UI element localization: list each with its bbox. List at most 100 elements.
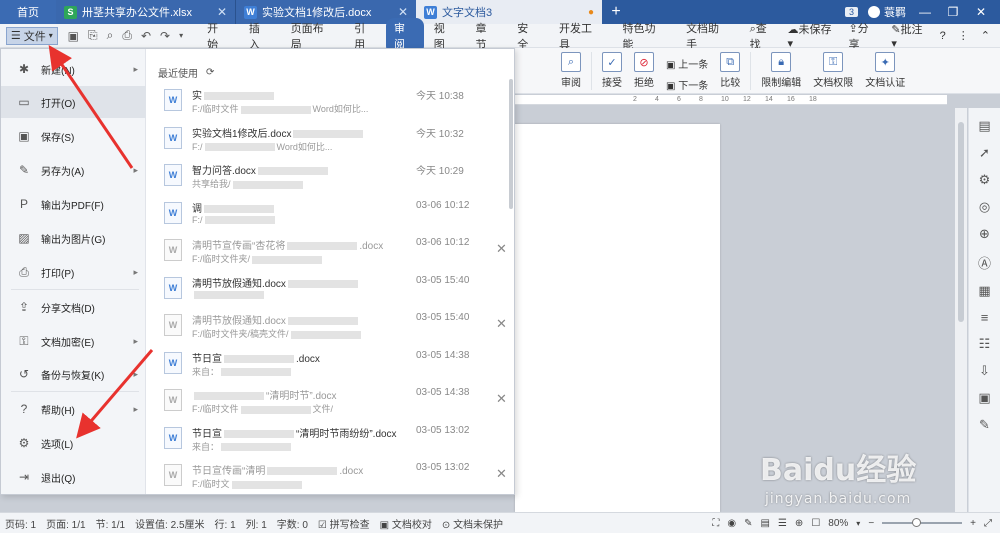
restrict-editing-button[interactable]: 🔒︎ 限制编辑 — [755, 52, 807, 89]
remove-icon[interactable]: ✕ — [496, 466, 507, 482]
accept-button[interactable]: ✓ 接受 — [596, 52, 628, 89]
recent-file-row[interactable]: W 节日宣传画“清明 .docx F:/临时文 03-05 13:02 ✕ — [160, 458, 507, 494]
recent-scrollbar-thumb[interactable] — [509, 79, 513, 209]
window-close-icon[interactable]: ✕ — [972, 5, 990, 19]
reject-button[interactable]: ⊘ 拒绝 — [628, 52, 660, 89]
restore-icon[interactable]: ❐ — [944, 5, 962, 19]
annotate-button[interactable]: ✎批注▾ — [891, 21, 927, 50]
window-count-badge[interactable]: 3 — [844, 7, 858, 17]
zoom-value[interactable]: 80% — [828, 518, 848, 529]
cursor-select-icon[interactable]: ➚ — [979, 145, 990, 161]
remove-icon[interactable]: ✕ — [496, 316, 507, 332]
text-icon[interactable]: Ⓐ — [978, 253, 991, 272]
format-icon[interactable]: ≡ — [981, 310, 989, 325]
eye-icon[interactable]: ◉ — [727, 518, 736, 529]
print-icon[interactable]: ⎙ — [122, 28, 132, 43]
recent-file-row[interactable]: W 实验文档1修改后.docx F:/Word如何比... 今天 10:32 — [160, 121, 500, 157]
fit-width-icon[interactable]: ⤢ — [984, 518, 992, 529]
zoom-slider-knob[interactable] — [912, 518, 922, 527]
save-icon[interactable]: ▣ — [68, 29, 79, 43]
export-doc-icon[interactable]: ⇩ — [979, 363, 990, 379]
document-certify-button[interactable]: ✦ 文档认证 — [859, 52, 911, 89]
user-account[interactable]: 蓑羁 — [868, 4, 906, 20]
protection-status-button[interactable]: ⊙ 文档未保护 — [437, 516, 508, 531]
word-document-icon: W — [164, 389, 182, 411]
recent-file-row[interactable]: W 清明节放假通知.docx F:/临时文件夹/稿壳文件/03-05 15:40 ✕ — [160, 308, 507, 344]
help-icon[interactable]: ? — [940, 30, 946, 42]
zoom-slider[interactable] — [882, 518, 963, 527]
style-icon[interactable]: ⊕ — [979, 226, 990, 242]
share-button[interactable]: ⇪分享 — [848, 20, 879, 52]
edit-mode-icon[interactable]: ✎ — [744, 518, 752, 529]
file-menu-save-as[interactable]: ✎ 另存为(A) ▸ — [1, 154, 146, 186]
recent-file-row[interactable]: W 实 F:/临时文件 Word如何比... 今天 10:38 — [160, 83, 500, 119]
export-icon[interactable]: ⎘ — [88, 28, 98, 43]
file-menu-save[interactable]: ▣ 保存(S) — [1, 120, 146, 152]
file-menu-options[interactable]: ⚙ 选项(L) — [1, 427, 146, 459]
file-menu-new[interactable]: ✱ 新建(N) ▸ — [1, 53, 146, 85]
recent-file-row[interactable]: W “清明时节”.docx F:/临时文件 文件/03-05 14:38 ✕ — [160, 383, 507, 419]
spell-check-button[interactable]: ☑ 拼写检查 — [313, 516, 375, 531]
edit-icon[interactable]: ✎ — [979, 417, 990, 433]
word-count[interactable]: 字数: 0 — [272, 516, 313, 531]
zoom-out-icon[interactable]: − — [868, 518, 874, 529]
undo-icon[interactable]: ↶ — [141, 29, 151, 43]
refresh-icon[interactable]: ⟳ — [206, 67, 214, 78]
document-list-icon[interactable]: ▤ — [978, 118, 990, 134]
file-menu-share[interactable]: ⇪ 分享文档(D) — [1, 291, 146, 323]
file-menu-exit[interactable]: ⇥ 退出(Q) — [1, 461, 146, 493]
file-menu-encrypt[interactable]: ⚿ 文档加密(E) ▸ — [1, 325, 146, 357]
previous-change-button[interactable]: ▣ 上一条 — [666, 56, 708, 71]
file-menu-export-pdf[interactable]: P 输出为PDF(F) — [1, 188, 146, 220]
file-menu-backup[interactable]: ↺ 备份与恢复(K) ▸ — [1, 358, 146, 390]
more-icon[interactable]: ⋮ — [958, 29, 969, 42]
clip-icon[interactable]: ▣ — [978, 390, 990, 406]
document-page[interactable] — [515, 124, 720, 512]
file-menu-button[interactable]: ☰ 文件 ▾ — [6, 26, 58, 45]
collapse-chevron-icon[interactable]: ⌃ — [981, 29, 990, 42]
outline-view-icon[interactable]: ☰ — [778, 518, 787, 529]
file-menu-help[interactable]: ? 帮助(H) ▸ — [1, 393, 146, 425]
recent-file-row[interactable]: W 智力问答.docx 共享给我/今天 10:29 — [160, 158, 500, 194]
file-menu-print[interactable]: ⎙ 打印(P) ▸ — [1, 256, 146, 288]
redo-icon[interactable]: ↷ — [160, 29, 170, 43]
recent-file-row[interactable]: W 清明节放假通知.docx 03-05 15:40 — [160, 271, 500, 307]
review-button[interactable]: ⌕ 审阅 — [555, 52, 587, 89]
file-menu-open[interactable]: ▭ 打开(O) — [1, 86, 146, 118]
page-view-icon[interactable]: ▤ — [761, 518, 770, 529]
scrollbar-thumb[interactable] — [958, 122, 964, 322]
remove-icon[interactable]: ✕ — [496, 241, 507, 257]
reading-view-icon[interactable]: ☐ — [811, 518, 820, 529]
vertical-scrollbar[interactable] — [955, 108, 967, 512]
recent-file-time: 今天 10:32 — [416, 128, 464, 140]
recent-file-row[interactable]: W 节日宣 “清明时节雨纷纷”.docx 来自： 03-05 13:02 — [160, 421, 500, 457]
compare-button[interactable]: ⧉ 比较 — [714, 52, 746, 89]
outline-icon[interactable]: ☷ — [979, 336, 991, 352]
next-change-button[interactable]: ▣ 下一条 — [666, 77, 708, 92]
recent-file-time: 03-06 10:12 — [416, 199, 470, 211]
minimize-icon[interactable]: — — [916, 5, 934, 19]
document-permission-button[interactable]: ⚿ 文档权限 — [807, 52, 859, 89]
recent-file-row[interactable]: W 节日宣 .docx 来自： 03-05 14:38 — [160, 346, 500, 382]
shape-icon[interactable]: ◎ — [979, 199, 990, 215]
chevron-down-icon[interactable]: ▾ — [856, 519, 860, 528]
recent-file-row[interactable]: W 调 F:/ 03-06 10:12 — [160, 196, 500, 232]
backup-icon: ↺ — [18, 367, 30, 381]
tab-home[interactable]: 首页 — [0, 0, 56, 24]
recent-file-row[interactable]: W 清明节宣传画“杏花将 .docx F:/临时文件夹/03-06 10:12 ✕ — [160, 233, 507, 269]
unsaved-status-button[interactable]: ☁未保存▾ — [787, 21, 836, 50]
remove-icon[interactable]: ✕ — [496, 391, 507, 407]
print-preview-icon[interactable]: ⌕ — [107, 28, 114, 43]
web-view-icon[interactable]: ⊕ — [795, 518, 803, 529]
recent-file-name: 实 — [192, 87, 412, 102]
file-menu-export-image[interactable]: ▨ 输出为图片(G) — [1, 222, 146, 254]
settings-icon[interactable]: ⚙ — [979, 172, 991, 188]
table-icon[interactable]: ▦ — [978, 283, 990, 299]
customize-chevron-icon[interactable]: ▾ — [179, 31, 183, 40]
word-document-icon: W — [164, 351, 182, 374]
recent-file-path: F:/临时文件 Word如何比... — [192, 104, 369, 114]
recent-file-name: 实验文档1修改后.docx — [192, 125, 412, 140]
zoom-in-icon[interactable]: + — [970, 518, 976, 529]
fullscreen-icon[interactable]: ⛶ — [712, 518, 719, 529]
proofread-button[interactable]: ▣ 文档校对 — [375, 516, 437, 531]
